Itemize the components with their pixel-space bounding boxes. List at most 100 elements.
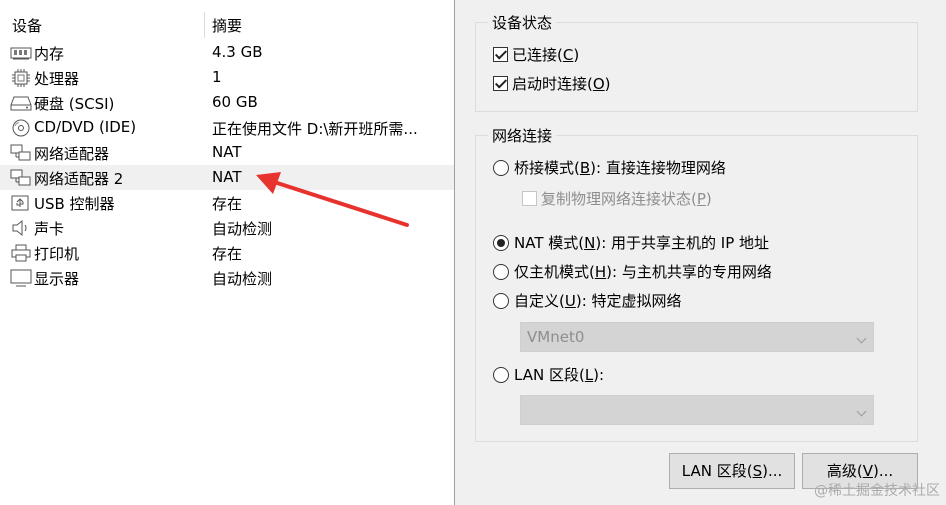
device-summary: 1 (212, 68, 222, 86)
device-summary: 正在使用文件 D:\新开班所需... (212, 120, 418, 138)
advanced-hotkey: V (862, 462, 873, 480)
connect-at-power-on-suffix: ) (604, 75, 611, 93)
connect-at-power-on-label: 启动时连接( (512, 75, 593, 93)
device-list: 设备 摘要 内存 4.3 GB 处理器 1 硬盘 (SCSI) 60 GB CD… (0, 0, 455, 505)
replicate-label: 复制物理网络连接状态( (541, 190, 697, 208)
custom-network-select[interactable]: VMnet0 (520, 322, 874, 352)
device-summary: 存在 (212, 245, 243, 263)
lan-segments-suffix: )... (762, 462, 783, 480)
watermark: @稀土掘金技术社区 (814, 483, 940, 499)
checkbox-disabled-icon[interactable] (522, 191, 537, 206)
lan-segment-hotkey: L (584, 366, 594, 384)
processor-icon (12, 69, 30, 87)
speaker-icon (12, 219, 27, 237)
host-only-label: 仅主机模式( (514, 263, 595, 281)
lan-segment-radio[interactable]: LAN 区段(L): (493, 364, 604, 386)
lan-segment-label: LAN 区段( (514, 366, 585, 384)
device-name: 内存 (34, 45, 65, 63)
device-row-cd-dvd[interactable]: CD/DVD (IDE) 正在使用文件 D:\新开班所需... (0, 115, 454, 140)
device-row-sound-card[interactable]: 声卡 自动检测 (0, 215, 454, 240)
connected-label: 已连接( (512, 46, 563, 64)
device-summary: 存在 (212, 195, 243, 213)
hard-disk-icon (10, 96, 32, 111)
device-row-memory[interactable]: 内存 4.3 GB (0, 40, 454, 65)
device-row-network-adapter[interactable]: 网络适配器 NAT (0, 140, 454, 165)
custom-label: 自定义( (514, 292, 565, 310)
device-name: USB 控制器 (34, 195, 115, 213)
device-row-usb-controller[interactable]: USB 控制器 存在 (0, 190, 454, 215)
host-only-hotkey: H (594, 263, 607, 281)
device-name: 网络适配器 (34, 145, 110, 163)
lan-segments-hotkey: S (752, 462, 763, 480)
custom-hotkey: U (564, 292, 576, 310)
connect-at-power-on-checkbox[interactable]: 启动时连接(O) (493, 73, 611, 95)
lan-segment-select[interactable] (520, 395, 874, 425)
host-only-radio[interactable]: 仅主机模式(H): 与主机共享的专用网络 (493, 261, 772, 283)
usb-icon (11, 195, 29, 211)
printer-icon (11, 244, 31, 262)
bridged-label: 桥接模式( (514, 159, 580, 177)
device-summary: NAT (212, 168, 242, 186)
device-summary: 自动检测 (212, 220, 273, 238)
device-summary: NAT (212, 143, 242, 161)
network-connection-group: 网络连接 桥接模式(B): 直接连接物理网络 复制物理网络连接状态(P) NAT… (475, 125, 918, 442)
device-name: 声卡 (34, 220, 65, 238)
custom-radio[interactable]: 自定义(U): 特定虚拟网络 (493, 290, 682, 312)
replicate-suffix: ) (705, 190, 712, 208)
radio-unchecked-icon[interactable] (493, 293, 509, 309)
lan-segments-button[interactable]: LAN 区段(S)... (669, 453, 795, 489)
network-connection-title: 网络连接 (488, 125, 557, 146)
lan-segments-button-label: LAN 区段( (681, 462, 753, 480)
device-name: 显示器 (34, 270, 80, 288)
device-summary: 自动检测 (212, 270, 273, 288)
device-status-title: 设备状态 (488, 12, 557, 33)
nat-label: NAT 模式( (514, 234, 585, 252)
column-separator[interactable] (204, 12, 205, 38)
memory-icon (10, 47, 32, 60)
monitor-icon (10, 269, 32, 287)
device-row-hard-disk[interactable]: 硬盘 (SCSI) 60 GB (0, 90, 454, 115)
bridged-suffix: ): 直接连接物理网络 (590, 159, 726, 177)
device-status-group: 设备状态 已连接(C) 启动时连接(O) (475, 12, 918, 112)
nat-hotkey: N (584, 234, 596, 252)
replicate-state-checkbox[interactable]: 复制物理网络连接状态(P) (522, 188, 712, 210)
device-name: 打印机 (34, 245, 80, 263)
radio-unchecked-icon[interactable] (493, 160, 509, 176)
chevron-down-icon (856, 333, 867, 344)
connect-at-power-on-hotkey: O (592, 75, 605, 93)
bridged-hotkey: B (579, 159, 591, 177)
device-row-printer[interactable]: 打印机 存在 (0, 240, 454, 265)
network-adapter-icon (10, 144, 31, 161)
advanced-button-label: 高级( (826, 462, 863, 480)
lan-segment-suffix: ): (593, 366, 605, 384)
device-row-processor[interactable]: 处理器 1 (0, 65, 454, 90)
connected-hotkey: C (562, 46, 574, 64)
device-summary: 60 GB (212, 93, 258, 111)
device-column-header[interactable]: 设备 (12, 15, 42, 36)
bridged-radio[interactable]: 桥接模式(B): 直接连接物理网络 (493, 157, 726, 179)
device-name: CD/DVD (IDE) (34, 118, 137, 136)
checkbox-checked-icon[interactable] (493, 76, 508, 91)
device-name: 硬盘 (SCSI) (34, 95, 115, 113)
device-row-network-adapter-2[interactable]: 网络适配器 2 NAT (0, 165, 454, 190)
cd-dvd-icon (12, 119, 30, 137)
connected-checkbox[interactable]: 已连接(C) (493, 44, 579, 66)
nat-radio[interactable]: NAT 模式(N): 用于共享主机的 IP 地址 (493, 232, 769, 254)
custom-network-value: VMnet0 (527, 328, 585, 346)
replicate-hotkey: P (696, 190, 706, 208)
nat-suffix: ): 用于共享主机的 IP 地址 (595, 234, 770, 252)
host-only-suffix: ): 与主机共享的专用网络 (606, 263, 772, 281)
device-row-display[interactable]: 显示器 自动检测 (0, 265, 454, 290)
device-name: 网络适配器 2 (34, 170, 124, 188)
connected-suffix: ) (573, 46, 580, 64)
radio-unchecked-icon[interactable] (493, 264, 509, 280)
radio-checked-icon[interactable] (493, 235, 509, 251)
custom-suffix: ): 特定虚拟网络 (575, 292, 682, 310)
device-summary: 4.3 GB (212, 43, 263, 61)
summary-column-header[interactable]: 摘要 (212, 15, 242, 36)
radio-unchecked-icon[interactable] (493, 367, 509, 383)
checkbox-checked-icon[interactable] (493, 47, 508, 62)
device-list-header: 设备 摘要 (0, 12, 454, 38)
device-name: 处理器 (34, 70, 80, 88)
advanced-suffix: )... (872, 462, 894, 480)
